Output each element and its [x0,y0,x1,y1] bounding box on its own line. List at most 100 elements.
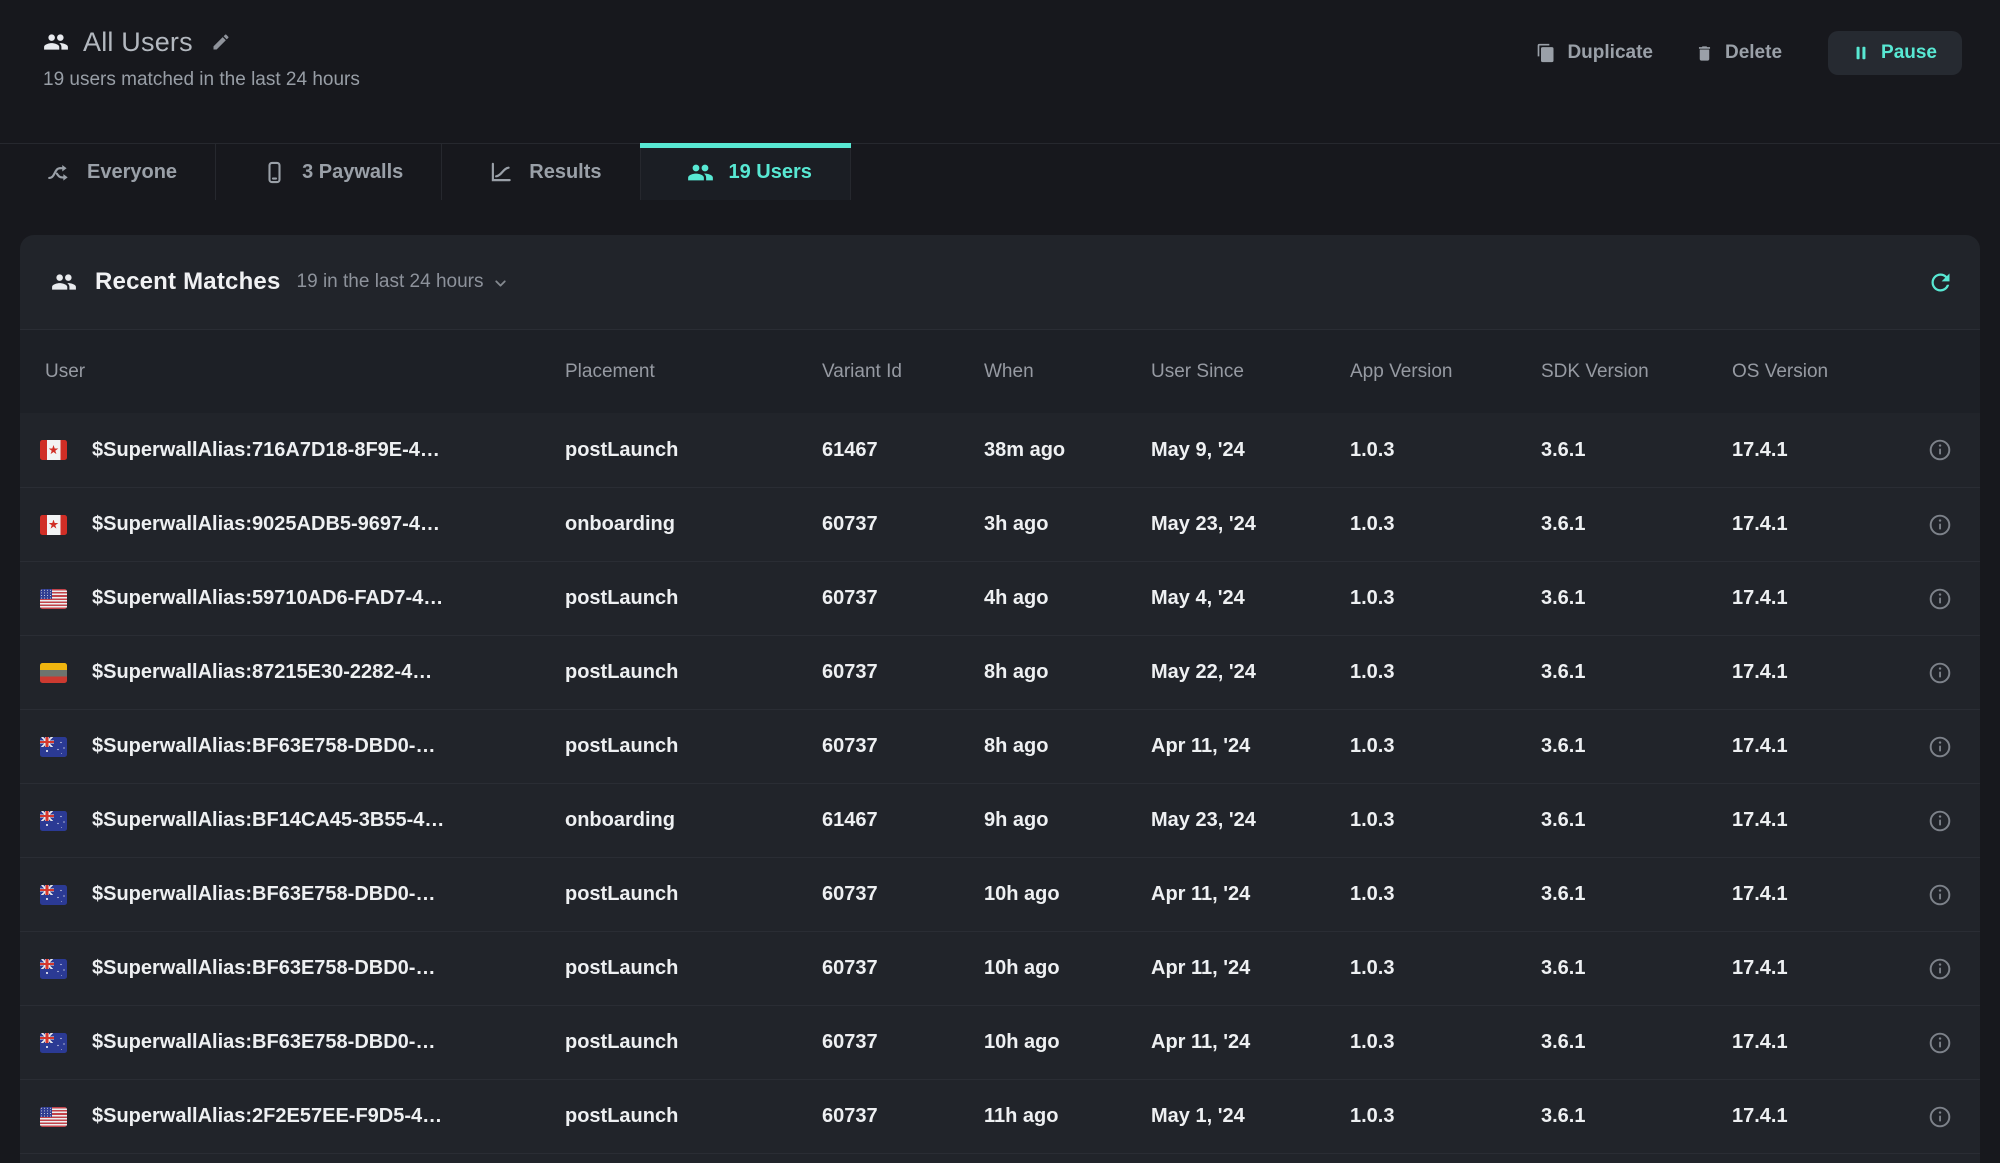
cell-app-version: 1.0.3 [1350,1105,1541,1128]
cell-sdk-version: 3.6.1 [1541,1031,1732,1054]
column-header-os-version: OS Version [1732,361,1900,383]
info-button[interactable] [1927,1104,1953,1130]
cell-app-version: 1.0.3 [1350,883,1541,906]
info-icon [1927,734,1953,760]
flag-icon-ca [40,440,67,460]
cell-sdk-version: 3.6.1 [1541,439,1732,462]
flag-icon-lt [40,663,67,683]
cell-when: 38m ago [984,439,1151,462]
tab-everyone[interactable]: Everyone [0,144,216,200]
cell-os-version: 17.4.1 [1732,883,1900,906]
column-header-placement: Placement [565,361,822,383]
cell-os-version: 17.4.1 [1732,513,1900,536]
cell-app-version: 1.0.3 [1350,513,1541,536]
cell-when: 8h ago [984,661,1151,684]
info-button[interactable] [1927,1030,1953,1056]
info-cell [1900,734,1980,760]
cell-placement: postLaunch [565,587,822,610]
tab-users[interactable]: 19 Users [641,144,851,200]
info-button[interactable] [1927,808,1953,834]
user-alias: $SuperwallAlias:BF14CA45-3B55-4… [92,809,444,832]
info-cell [1900,882,1980,908]
title-block: All Users 19 users matched in the last 2… [43,24,360,91]
cell-sdk-version: 3.6.1 [1541,735,1732,758]
recent-matches-panel: Recent Matches 19 in the last 24 hours U… [20,235,1980,1163]
cell-app-version: 1.0.3 [1350,439,1541,462]
edit-title-button[interactable] [211,32,231,52]
cell-when: 10h ago [984,1031,1151,1054]
column-header-app-version: App Version [1350,361,1541,383]
cell-user-since: May 1, '24 [1151,1105,1350,1128]
user-cell: $SuperwallAlias:59710AD6-FAD7-4… [20,587,565,610]
delete-button[interactable]: Delete [1695,42,1782,64]
duplicate-button[interactable]: Duplicate [1536,42,1653,64]
refresh-button[interactable] [1927,269,1954,296]
table-row[interactable]: $SuperwallAlias:2F2E57EE-F9D5-4…postLaun… [20,1079,1980,1153]
pause-button[interactable]: Pause [1828,31,1962,75]
column-header-sdk-version: SDK Version [1541,361,1732,383]
tab-paywalls-label: 3 Paywalls [302,161,403,184]
cell-user-since: May 23, '24 [1151,809,1350,832]
cell-os-version: 17.4.1 [1732,809,1900,832]
next-row-partial [20,1153,1980,1163]
cell-user-since: May 23, '24 [1151,513,1350,536]
table-row[interactable]: $SuperwallAlias:BF63E758-DBD0-…postLaunc… [20,1005,1980,1079]
cell-os-version: 17.4.1 [1732,1105,1900,1128]
table-row[interactable]: $SuperwallAlias:BF63E758-DBD0-…postLaunc… [20,857,1980,931]
user-cell: $SuperwallAlias:9025ADB5-9697-4… [20,513,565,536]
info-button[interactable] [1927,660,1953,686]
cell-os-version: 17.4.1 [1732,957,1900,980]
cell-variant-id: 60737 [822,513,984,536]
info-button[interactable] [1927,956,1953,982]
cell-os-version: 17.4.1 [1732,661,1900,684]
time-range-label: 19 in the last 24 hours [297,271,484,293]
cell-when: 11h ago [984,1105,1151,1128]
tab-results[interactable]: Results [442,144,640,200]
cell-variant-id: 60737 [822,1105,984,1128]
tab-users-label: 19 Users [729,161,812,184]
info-button[interactable] [1927,437,1953,463]
duplicate-icon [1536,43,1556,63]
column-header-variant-id: Variant Id [822,361,984,383]
cell-placement: onboarding [565,809,822,832]
table-row[interactable]: $SuperwallAlias:716A7D18-8F9E-4…postLaun… [20,413,1980,487]
user-cell: $SuperwallAlias:BF14CA45-3B55-4… [20,809,565,832]
top-header: All Users 19 users matched in the last 2… [0,0,2000,143]
tab-results-label: Results [529,161,601,184]
user-alias: $SuperwallAlias:BF63E758-DBD0-… [92,957,435,980]
cell-variant-id: 60737 [822,735,984,758]
flag-icon-au [40,1033,67,1053]
cell-user-since: May 4, '24 [1151,587,1350,610]
cell-user-since: May 9, '24 [1151,439,1350,462]
table-row[interactable]: $SuperwallAlias:59710AD6-FAD7-4…postLaun… [20,561,1980,635]
header-actions: Duplicate Delete Pause [1536,31,1962,75]
info-icon [1927,1104,1953,1130]
split-arrow-icon [46,159,72,185]
cell-when: 10h ago [984,883,1151,906]
cell-variant-id: 60737 [822,957,984,980]
panel-title: Recent Matches [95,268,281,296]
info-button[interactable] [1927,512,1953,538]
cell-when: 9h ago [984,809,1151,832]
table-row[interactable]: $SuperwallAlias:87215E30-2282-4…postLaun… [20,635,1980,709]
user-cell: $SuperwallAlias:87215E30-2282-4… [20,661,565,684]
table-row[interactable]: $SuperwallAlias:BF14CA45-3B55-4… onboardi… [20,783,1980,857]
cell-user-since: Apr 11, '24 [1151,957,1350,980]
info-button[interactable] [1927,882,1953,908]
page-subtitle: 19 users matched in the last 24 hours [43,69,360,91]
info-button[interactable] [1927,586,1953,612]
cell-placement: postLaunch [565,661,822,684]
time-range-dropdown[interactable]: 19 in the last 24 hours [297,271,509,293]
cell-variant-id: 60737 [822,661,984,684]
table-row[interactable]: $SuperwallAlias:9025ADB5-9697-4…onboardi… [20,487,1980,561]
info-button[interactable] [1927,734,1953,760]
cell-placement: postLaunch [565,883,822,906]
table-row[interactable]: $SuperwallAlias:BF63E758-DBD0-…postLaunc… [20,709,1980,783]
cell-sdk-version: 3.6.1 [1541,957,1732,980]
tab-paywalls[interactable]: 3 Paywalls [216,144,442,200]
table-row[interactable]: $SuperwallAlias:BF63E758-DBD0-…postLaunc… [20,931,1980,1005]
cell-when: 3h ago [984,513,1151,536]
users-icon [51,269,77,295]
tab-everyone-label: Everyone [87,161,177,184]
user-cell: $SuperwallAlias:BF63E758-DBD0-… [20,1031,565,1054]
